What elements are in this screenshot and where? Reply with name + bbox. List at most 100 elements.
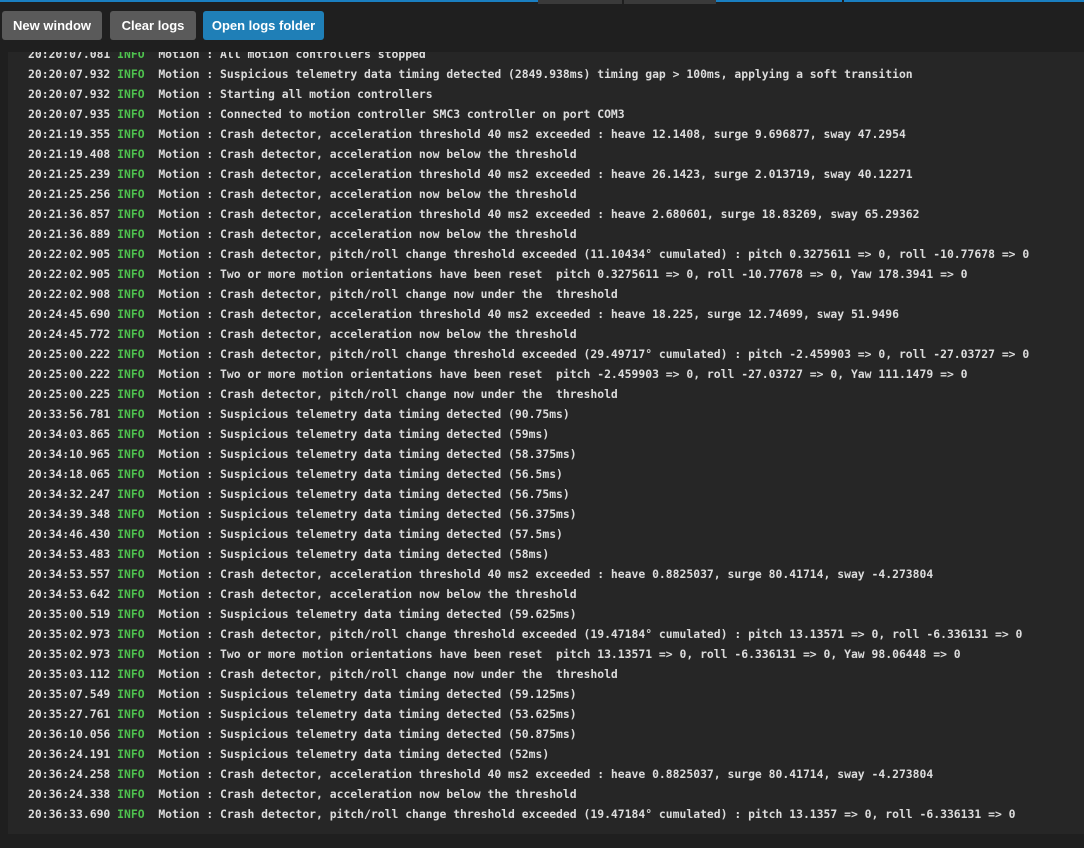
log-level: INFO [117,507,145,521]
log-line: 20:25:00.222 INFO Motion : Two or more m… [28,364,1029,384]
log-timestamp: 20:35:02.973 [28,627,111,641]
bottom-margin [0,834,1084,848]
log-level: INFO [117,547,145,561]
log-message: Motion : Crash detector, acceleration no… [158,587,577,601]
log-message: Motion : Crash detector, acceleration no… [158,227,577,241]
log-level: INFO [117,267,145,281]
log-line: 20:21:36.889 INFO Motion : Crash detecto… [28,224,1029,244]
log-message: Motion : Suspicious telemetry data timin… [158,507,577,521]
log-level: INFO [117,327,145,341]
log-message: Motion : Two or more motion orientations… [158,267,968,281]
log-timestamp: 20:35:03.112 [28,667,111,681]
log-message: Motion : Crash detector, acceleration th… [158,767,934,781]
log-message: Motion : Crash detector, acceleration no… [158,787,577,801]
log-line: 20:20:07.081 INFO Motion : All motion co… [28,52,1029,64]
log-message: Motion : Two or more motion orientations… [158,647,961,661]
log-message: Motion : Suspicious telemetry data timin… [158,707,577,721]
log-line: 20:34:53.642 INFO Motion : Crash detecto… [28,584,1029,604]
log-line: 20:22:02.908 INFO Motion : Crash detecto… [28,284,1029,304]
log-line: 20:25:00.225 INFO Motion : Crash detecto… [28,384,1029,404]
log-message: Motion : Crash detector, acceleration th… [158,127,906,141]
open-logs-folder-button[interactable]: Open logs folder [203,11,324,40]
log-level: INFO [117,67,145,81]
log-timestamp: 20:36:33.690 [28,807,111,821]
log-timestamp: 20:35:02.973 [28,647,111,661]
log-line: 20:36:10.056 INFO Motion : Suspicious te… [28,724,1029,744]
log-timestamp: 20:22:02.905 [28,247,111,261]
log-message: Motion : Suspicious telemetry data timin… [158,547,550,561]
log-timestamp: 20:21:19.408 [28,147,111,161]
clear-logs-button[interactable]: Clear logs [110,11,196,40]
log-line: 20:35:07.549 INFO Motion : Suspicious te… [28,684,1029,704]
log-message: Motion : Crash detector, acceleration th… [158,307,899,321]
log-timestamp: 20:20:07.932 [28,87,111,101]
log-line: 20:24:45.690 INFO Motion : Crash detecto… [28,304,1029,324]
log-message: Motion : Crash detector, acceleration th… [158,167,913,181]
log-panel[interactable]: 20:20:07.081 INFO Motion : All motion co… [8,52,1084,834]
log-line: 20:25:00.222 INFO Motion : Crash detecto… [28,344,1029,364]
log-level: INFO [117,647,145,661]
log-message: Motion : Starting all motion controllers [158,87,433,101]
log-line: 20:34:53.557 INFO Motion : Crash detecto… [28,564,1029,584]
log-level: INFO [117,247,145,261]
log-message: Motion : Crash detector, pitch/roll chan… [158,287,618,301]
log-message: Motion : Suspicious telemetry data timin… [158,467,563,481]
log-level: INFO [117,667,145,681]
log-level: INFO [117,527,145,541]
log-line: 20:36:24.258 INFO Motion : Crash detecto… [28,764,1029,784]
log-timestamp: 20:21:36.889 [28,227,111,241]
log-line: 20:34:03.865 INFO Motion : Suspicious te… [28,424,1029,444]
log-line: 20:21:25.256 INFO Motion : Crash detecto… [28,184,1029,204]
log-timestamp: 20:34:46.430 [28,527,111,541]
log-line: 20:34:32.247 INFO Motion : Suspicious te… [28,484,1029,504]
log-timestamp: 20:21:19.355 [28,127,111,141]
log-line: 20:35:00.519 INFO Motion : Suspicious te… [28,604,1029,624]
log-timestamp: 20:20:07.081 [28,52,111,61]
log-line: 20:36:24.191 INFO Motion : Suspicious te… [28,744,1029,764]
log-timestamp: 20:36:24.338 [28,787,111,801]
log-line: 20:21:19.355 INFO Motion : Crash detecto… [28,124,1029,144]
log-message: Motion : Suspicious telemetry data timin… [158,687,577,701]
log-level: INFO [117,707,145,721]
log-level: INFO [117,607,145,621]
log-timestamp: 20:21:25.239 [28,167,111,181]
log-timestamp: 20:33:56.781 [28,407,111,421]
active-tab-indicator [716,0,842,2]
log-line: 20:22:02.905 INFO Motion : Crash detecto… [28,244,1029,264]
log-message: Motion : Suspicious telemetry data timin… [158,727,577,741]
log-timestamp: 20:25:00.222 [28,367,111,381]
log-timestamp: 20:34:03.865 [28,427,111,441]
log-line: 20:21:25.239 INFO Motion : Crash detecto… [28,164,1029,184]
new-window-button[interactable]: New window [2,11,102,40]
log-level: INFO [117,787,145,801]
log-message: Motion : Crash detector, pitch/roll chan… [158,807,1016,821]
log-timestamp: 20:20:07.932 [28,67,111,81]
log-message: Motion : Crash detector, pitch/roll chan… [158,627,1023,641]
log-line: 20:24:45.772 INFO Motion : Crash detecto… [28,324,1029,344]
log-timestamp: 20:35:00.519 [28,607,111,621]
log-level: INFO [117,687,145,701]
log-level: INFO [117,227,145,241]
log-message: Motion : Crash detector, acceleration th… [158,567,934,581]
log-level: INFO [117,747,145,761]
log-level: INFO [117,367,145,381]
log-line: 20:36:24.338 INFO Motion : Crash detecto… [28,784,1029,804]
log-level: INFO [117,287,145,301]
log-list: 20:20:07.081 INFO Motion : All motion co… [28,52,1029,824]
log-timestamp: 20:21:36.857 [28,207,111,221]
log-line: 20:34:18.065 INFO Motion : Suspicious te… [28,464,1029,484]
log-timestamp: 20:34:53.483 [28,547,111,561]
accent-bar-right [844,0,1084,2]
log-level: INFO [117,567,145,581]
log-level: INFO [117,387,145,401]
log-timestamp: 20:34:32.247 [28,487,111,501]
log-message: Motion : Suspicious telemetry data timin… [158,527,563,541]
log-level: INFO [117,107,145,121]
log-timestamp: 20:34:10.965 [28,447,111,461]
log-timestamp: 20:35:07.549 [28,687,111,701]
log-level: INFO [117,187,145,201]
log-message: Motion : Two or more motion orientations… [158,367,968,381]
log-timestamp: 20:34:18.065 [28,467,111,481]
log-message: Motion : Suspicious telemetry data timin… [158,427,550,441]
log-message: Motion : Suspicious telemetry data timin… [158,447,577,461]
